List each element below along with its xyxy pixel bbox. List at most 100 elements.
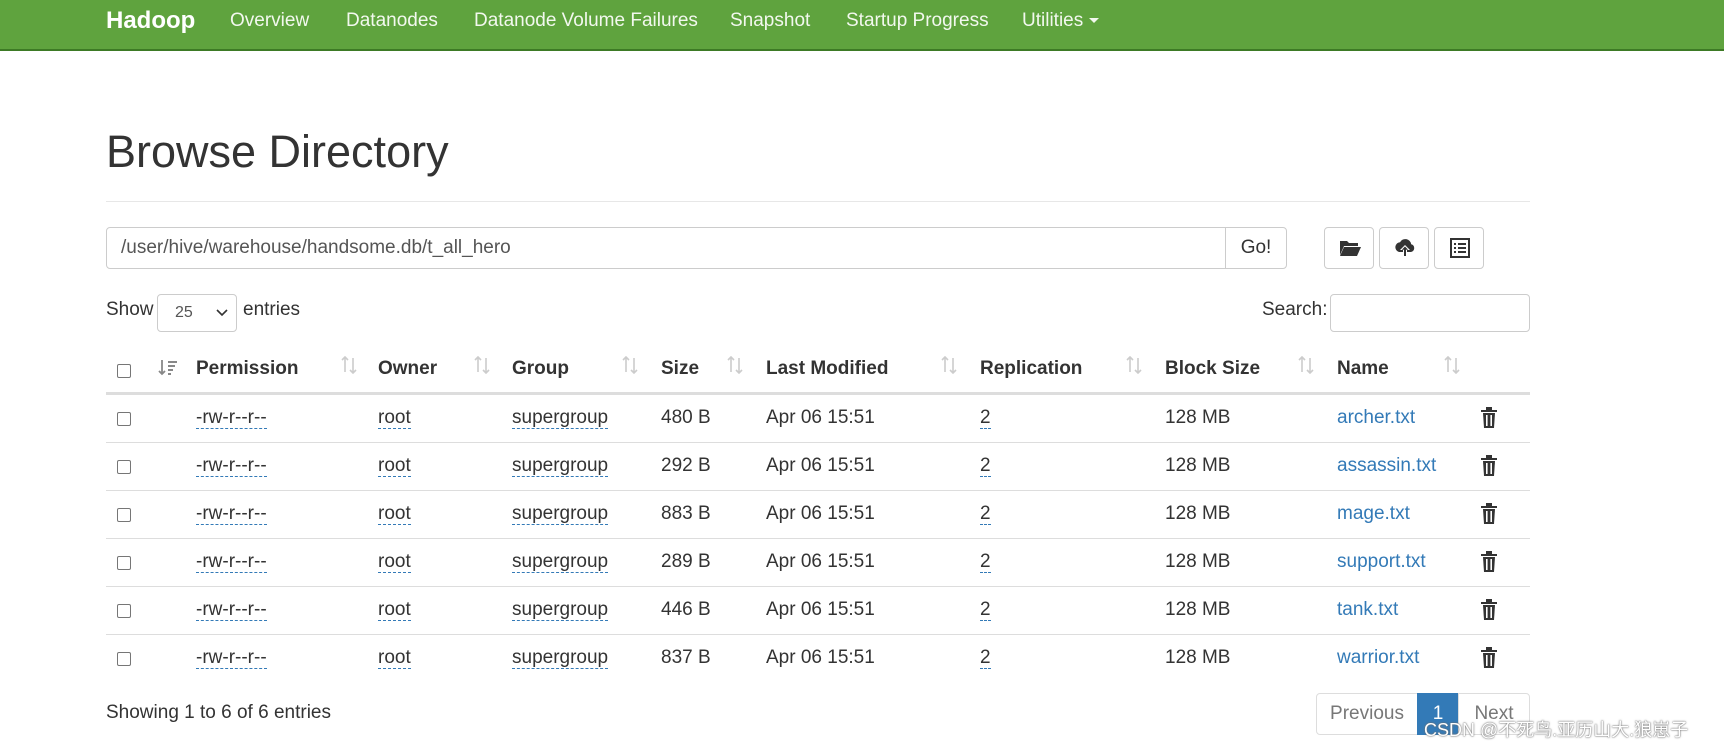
permission-cell[interactable]: -rw-r--r--: [196, 455, 267, 477]
cut-paste-button[interactable]: [1434, 227, 1484, 269]
chevron-down-icon: [216, 309, 228, 317]
group-cell[interactable]: supergroup: [512, 503, 609, 525]
entries-per-page-value: 25: [175, 304, 193, 321]
row-checkbox[interactable]: [117, 412, 131, 426]
entries-label: entries: [243, 299, 301, 320]
block-size-cell: 128 MB: [1165, 647, 1231, 668]
owner-cell[interactable]: root: [378, 407, 411, 429]
nav-datanodes[interactable]: Datanodes: [346, 10, 438, 32]
permission-cell[interactable]: -rw-r--r--: [196, 599, 267, 621]
sort-both-icon[interactable]: [940, 356, 958, 374]
nav-startup-progress[interactable]: Startup Progress: [846, 10, 989, 32]
file-name-link[interactable]: support.txt: [1337, 551, 1426, 573]
header-divider: [106, 201, 1530, 202]
group-cell[interactable]: supergroup: [512, 599, 609, 621]
column-group[interactable]: Group: [512, 358, 569, 380]
size-cell: 837 B: [661, 647, 711, 668]
file-name-link[interactable]: tank.txt: [1337, 599, 1398, 621]
replication-cell[interactable]: 2: [980, 551, 991, 573]
directory-path-input[interactable]: /user/hive/warehouse/handsome.db/t_all_h…: [106, 227, 1226, 269]
page-title: Browse Directory: [106, 126, 449, 177]
owner-cell[interactable]: root: [378, 599, 411, 621]
column-size[interactable]: Size: [661, 358, 699, 380]
group-cell[interactable]: supergroup: [512, 551, 609, 573]
brand-link[interactable]: Hadoop: [106, 7, 195, 35]
row-checkbox[interactable]: [117, 460, 131, 474]
file-name-link[interactable]: mage.txt: [1337, 503, 1410, 525]
replication-cell[interactable]: 2: [980, 407, 991, 429]
column-block-size[interactable]: Block Size: [1165, 358, 1260, 380]
nav-snapshot[interactable]: Snapshot: [730, 10, 810, 32]
search-input[interactable]: [1330, 294, 1530, 332]
trash-icon[interactable]: [1480, 647, 1498, 669]
sort-both-icon[interactable]: [726, 356, 744, 374]
group-cell[interactable]: supergroup: [512, 455, 609, 477]
row-checkbox[interactable]: [117, 556, 131, 570]
column-last-modified[interactable]: Last Modified: [766, 358, 888, 380]
entries-per-page-select[interactable]: 25: [157, 294, 237, 332]
permission-cell[interactable]: -rw-r--r--: [196, 503, 267, 525]
trash-icon[interactable]: [1480, 407, 1498, 429]
sort-both-icon[interactable]: [473, 356, 491, 374]
replication-cell[interactable]: 2: [980, 647, 991, 669]
group-cell[interactable]: supergroup: [512, 407, 609, 429]
navbar: Hadoop Overview Datanodes Datanode Volum…: [0, 0, 1724, 51]
create-directory-button[interactable]: [1324, 227, 1374, 269]
trash-icon[interactable]: [1480, 599, 1498, 621]
owner-cell[interactable]: root: [378, 551, 411, 573]
sort-desc-icon[interactable]: [158, 358, 178, 378]
trash-icon[interactable]: [1480, 503, 1498, 525]
row-checkbox[interactable]: [117, 508, 131, 522]
sort-both-icon[interactable]: [621, 356, 639, 374]
table-row: -rw-r--r-- root supergroup 883 B Apr 06 …: [106, 490, 1530, 538]
search-label: Search:: [1262, 299, 1328, 320]
replication-cell[interactable]: 2: [980, 455, 991, 477]
size-cell: 446 B: [661, 599, 711, 620]
column-permission[interactable]: Permission: [196, 358, 298, 380]
select-all-checkbox[interactable]: [117, 364, 131, 378]
row-checkbox[interactable]: [117, 652, 131, 666]
file-name-link[interactable]: archer.txt: [1337, 407, 1415, 429]
caret-down-icon: [1089, 18, 1100, 24]
sort-both-icon[interactable]: [1443, 356, 1461, 374]
owner-cell[interactable]: root: [378, 455, 411, 477]
table-row: -rw-r--r-- root supergroup 480 B Apr 06 …: [106, 394, 1530, 442]
table-row: -rw-r--r-- root supergroup 837 B Apr 06 …: [106, 634, 1530, 682]
nav-datanode-volume-failures[interactable]: Datanode Volume Failures: [474, 10, 698, 32]
replication-cell[interactable]: 2: [980, 599, 991, 621]
permission-cell[interactable]: -rw-r--r--: [196, 407, 267, 429]
permission-cell[interactable]: -rw-r--r--: [196, 647, 267, 669]
sort-both-icon[interactable]: [1297, 356, 1315, 374]
trash-icon[interactable]: [1480, 551, 1498, 573]
previous-page-button[interactable]: Previous: [1316, 693, 1418, 735]
nav-utilities-label: Utilities: [1022, 10, 1084, 31]
group-cell[interactable]: supergroup: [512, 647, 609, 669]
nav-utilities[interactable]: Utilities: [1022, 10, 1100, 32]
sort-both-icon[interactable]: [1125, 356, 1143, 374]
block-size-cell: 128 MB: [1165, 599, 1231, 620]
block-size-cell: 128 MB: [1165, 551, 1231, 572]
column-replication[interactable]: Replication: [980, 358, 1082, 380]
column-name[interactable]: Name: [1337, 358, 1389, 380]
table-row: -rw-r--r-- root supergroup 289 B Apr 06 …: [106, 538, 1530, 586]
size-cell: 883 B: [661, 503, 711, 524]
row-checkbox[interactable]: [117, 604, 131, 618]
replication-cell[interactable]: 2: [980, 503, 991, 525]
go-button[interactable]: Go!: [1225, 227, 1287, 269]
file-name-link[interactable]: warrior.txt: [1337, 647, 1419, 669]
block-size-cell: 128 MB: [1165, 455, 1231, 476]
upload-files-button[interactable]: [1379, 227, 1429, 269]
owner-cell[interactable]: root: [378, 503, 411, 525]
column-owner[interactable]: Owner: [378, 358, 437, 380]
file-name-link[interactable]: assassin.txt: [1337, 455, 1436, 477]
owner-cell[interactable]: root: [378, 647, 411, 669]
folder-open-icon: [1340, 241, 1361, 256]
modified-cell: Apr 06 15:51: [766, 599, 875, 620]
trash-icon[interactable]: [1480, 455, 1498, 477]
size-cell: 292 B: [661, 455, 711, 476]
sort-both-icon[interactable]: [340, 356, 358, 374]
nav-overview[interactable]: Overview: [230, 10, 309, 32]
block-size-cell: 128 MB: [1165, 407, 1231, 428]
permission-cell[interactable]: -rw-r--r--: [196, 551, 267, 573]
size-cell: 289 B: [661, 551, 711, 572]
